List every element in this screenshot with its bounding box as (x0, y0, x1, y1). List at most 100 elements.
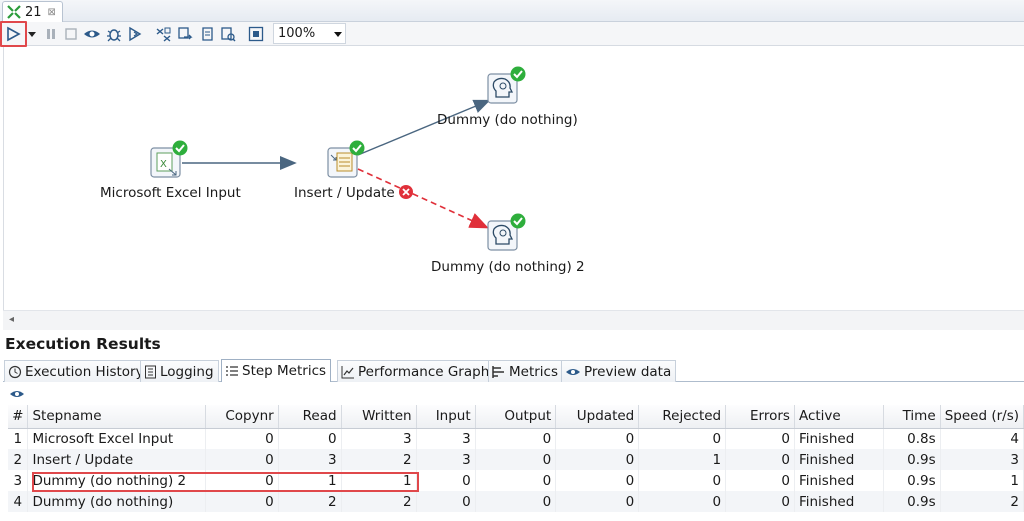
column-header-output[interactable]: Output (475, 405, 557, 429)
cell-stepname: Insert / Update (27, 449, 206, 470)
hop-insert-to-dummy[interactable] (357, 99, 491, 156)
column-header-input[interactable]: Input (416, 405, 476, 429)
scroll-left-icon[interactable]: ◂ (9, 314, 14, 325)
cell-copynr: 0 (205, 449, 279, 470)
cell-active: Finished (794, 449, 884, 470)
cell-stepname: Microsoft Excel Input (27, 428, 206, 449)
cell-time: 0.9s (883, 470, 941, 491)
preview-icon[interactable] (83, 25, 101, 43)
cell-read: 2 (278, 491, 342, 512)
transformation-tab[interactable]: 21 ⊠ (2, 1, 63, 22)
chevron-down-icon (334, 32, 342, 37)
run-button-highlight (0, 21, 27, 47)
tab-step-metrics[interactable]: Step Metrics (221, 359, 332, 382)
tab-step-metrics-label: Step Metrics (242, 363, 327, 379)
pause-icon[interactable] (42, 25, 60, 43)
close-tab-icon[interactable]: ⊠ (48, 7, 56, 18)
step-metrics-table: # Stepname Copynr Read Written Input Out… (8, 405, 1024, 512)
transformation-canvas[interactable]: X Microsoft Excel Input Insert / Update … (3, 47, 1024, 330)
align-icon[interactable] (247, 25, 265, 43)
column-header-number[interactable]: # (8, 405, 29, 429)
cell-number: 1 (8, 428, 29, 449)
cell-speed: 3 (940, 449, 1024, 470)
cell-errors: 0 (725, 428, 795, 449)
cell-output: 0 (475, 428, 557, 449)
table-row[interactable]: 4 Dummy (do nothing) 0 2 2 0 0 0 0 0 Fin… (8, 491, 1024, 512)
column-header-written[interactable]: Written (341, 405, 417, 429)
column-header-read[interactable]: Read (278, 405, 342, 429)
cell-written: 2 (341, 449, 417, 470)
run-options-dropdown-icon[interactable] (26, 25, 38, 43)
canvas-horizontal-scrollbar[interactable]: ◂ (3, 310, 1024, 330)
cell-active: Finished (794, 470, 884, 491)
editor-tab-strip: 21 ⊠ (0, 0, 1024, 22)
cell-rejected: 1 (638, 449, 727, 470)
step-metrics-toolbar (3, 383, 1024, 405)
zoom-select[interactable]: 100% (273, 23, 346, 44)
tab-metrics[interactable]: Metrics (488, 360, 564, 382)
cell-output: 0 (475, 449, 557, 470)
error-hop-icon (399, 185, 413, 199)
transformation-toolbar (0, 22, 1024, 46)
success-check-icon (349, 140, 365, 156)
eye-icon (566, 368, 580, 375)
cell-input: 3 (416, 428, 476, 449)
cell-number: 3 (8, 470, 29, 491)
step-label-dummy: Dummy (do nothing) (437, 112, 578, 128)
log-icon (145, 365, 156, 378)
column-header-updated[interactable]: Updated (555, 405, 640, 429)
cell-speed: 2 (940, 491, 1024, 512)
show-active-steps-icon[interactable] (9, 388, 25, 400)
debug-icon[interactable] (105, 25, 123, 43)
cell-output: 0 (475, 491, 557, 512)
sql-icon[interactable] (198, 25, 216, 43)
tab-logging[interactable]: Logging (140, 360, 219, 382)
cell-copynr: 0 (205, 428, 279, 449)
cell-speed: 4 (940, 428, 1024, 449)
stop-icon[interactable] (62, 25, 80, 43)
column-header-stepname[interactable]: Stepname (27, 405, 206, 429)
cell-active: Finished (794, 428, 884, 449)
cell-number: 4 (8, 491, 29, 512)
history-icon (8, 365, 22, 378)
cell-number: 2 (8, 449, 29, 470)
tab-preview-data[interactable]: Preview data (561, 360, 677, 382)
verify-icon[interactable] (154, 25, 172, 43)
tab-execution-history[interactable]: Execution History (4, 360, 149, 382)
tab-preview-data-label: Preview data (584, 363, 672, 380)
cell-errors: 0 (725, 470, 795, 491)
cell-time: 0.8s (883, 428, 941, 449)
tab-logging-label: Logging (160, 363, 214, 380)
step-label-excel-input: Microsoft Excel Input (100, 185, 241, 201)
graph-icon (341, 365, 354, 378)
metrics-icon (492, 365, 504, 378)
execution-results-title: Execution Results (5, 335, 161, 353)
transformation-tab-label: 21 (25, 4, 42, 20)
column-header-time[interactable]: Time (883, 405, 941, 429)
column-header-active[interactable]: Active (794, 405, 884, 429)
step-label-insert-update: Insert / Update (294, 185, 395, 201)
explore-db-icon[interactable] (219, 25, 237, 43)
cell-written: 3 (341, 428, 417, 449)
success-check-icon (172, 140, 188, 156)
row-highlight-dummy-2 (32, 472, 419, 492)
column-header-copynr[interactable]: Copynr (205, 405, 279, 429)
column-header-errors[interactable]: Errors (725, 405, 795, 429)
table-row[interactable]: 1 Microsoft Excel Input 0 0 3 3 0 0 0 0 … (8, 428, 1024, 449)
cell-rejected: 0 (638, 428, 727, 449)
tab-performance-graph[interactable]: Performance Graph (337, 360, 495, 382)
cell-errors: 0 (725, 491, 795, 512)
column-header-speed[interactable]: Speed (r/s) (940, 405, 1024, 429)
cell-read: 3 (278, 449, 342, 470)
table-row[interactable]: 2 Insert / Update 0 3 2 3 0 0 1 0 Finish… (8, 449, 1024, 470)
cell-updated: 0 (555, 449, 640, 470)
cell-errors: 0 (725, 449, 795, 470)
impact-icon[interactable] (176, 25, 194, 43)
column-header-rejected[interactable]: Rejected (638, 405, 727, 429)
cell-updated: 0 (555, 491, 640, 512)
replay-icon[interactable] (126, 25, 144, 43)
cell-stepname: Dummy (do nothing) (27, 491, 206, 512)
cell-speed: 1 (940, 470, 1024, 491)
cell-input: 3 (416, 449, 476, 470)
cell-active: Finished (794, 491, 884, 512)
